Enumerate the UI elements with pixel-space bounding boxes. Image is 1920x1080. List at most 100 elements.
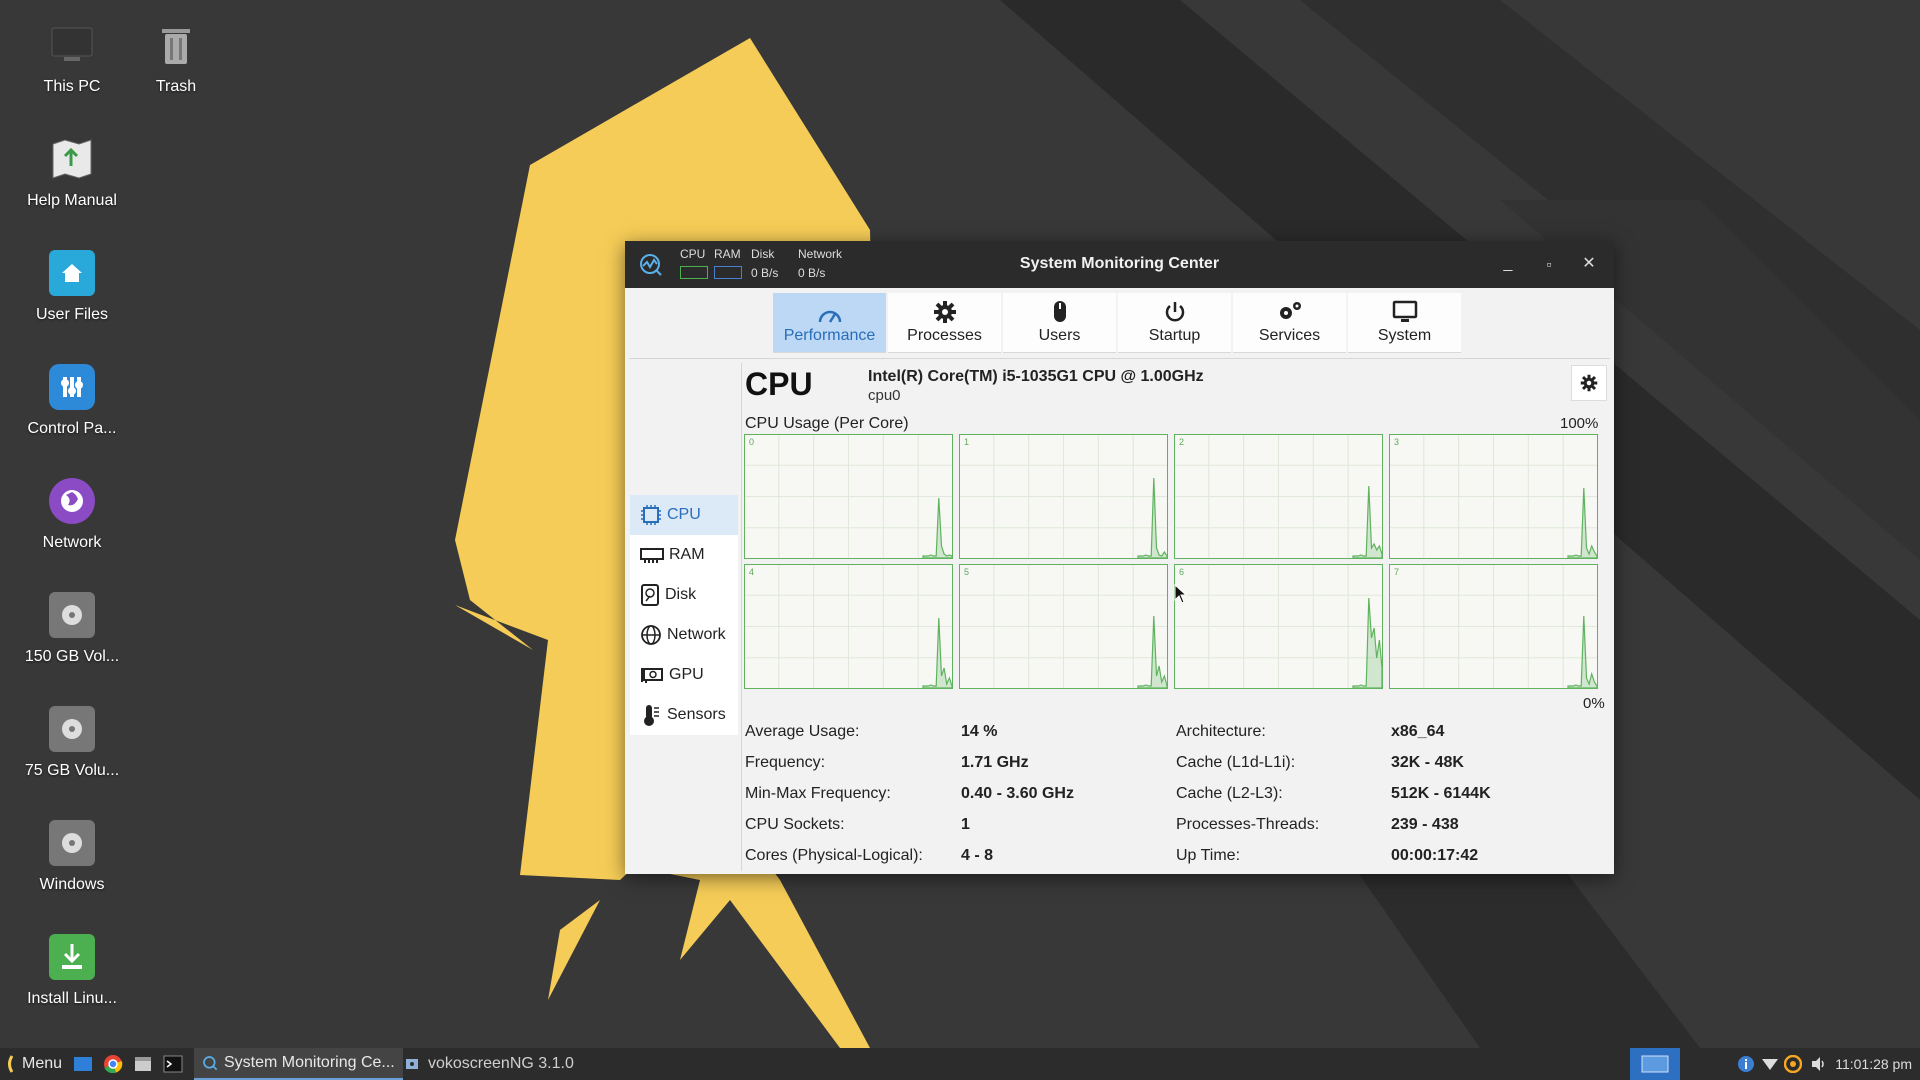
sidebar-item-network[interactable]: Network [630,615,738,655]
desktop-icon-network[interactable]: Network [7,478,137,552]
stat-label: Cores (Physical-Logical): [745,847,923,864]
vokoscreen-icon [406,1059,418,1069]
menu-button[interactable]: Menu [6,1048,62,1080]
desktop-icon-install-linux[interactable]: Install Linu... [7,934,137,1008]
graph-scale-max: 100% [1560,415,1599,432]
trash-icon [153,22,199,68]
ram-module-icon [640,548,664,563]
system-monitor-window: CPU RAM Disk Network 0 B/s 0 B/s System … [625,241,1614,874]
desktop-icon-label: Install Linu... [27,990,117,1007]
stat-label: Processes-Threads: [1176,816,1320,833]
wifi-icon [1762,1059,1778,1070]
tab-label: Services [1258,327,1321,344]
desktop-icon-help-manual[interactable]: Help Manual [7,136,137,210]
gear-icon [933,301,956,323]
stat-label: Cache (L1d-L1i): [1176,754,1296,771]
terminal-launcher[interactable] [163,1048,183,1080]
drive-icon [49,592,95,638]
info-tray-icon[interactable] [1737,1048,1755,1080]
mouse-icon [1053,301,1066,322]
home-folder-icon [49,250,95,296]
stat-value: 512K - 6144K [1391,785,1491,802]
tab-label: Processes [907,327,982,344]
core-label: 7 [1394,567,1400,577]
sidebar-item-ram[interactable]: RAM [630,535,738,575]
desktop-icon-label: Help Manual [27,192,117,209]
stat-value: 1 [961,816,970,833]
task-label: System Monitoring Ce... [224,1054,395,1071]
tab-services[interactable]: Services [1233,293,1346,353]
cpu-model-name: Intel(R) Core(TM) i5-1035G1 CPU @ 1.00GH… [868,368,1204,385]
stat-value: 14 % [961,723,998,740]
clock[interactable]: 11:01:28 pm [1835,1056,1912,1072]
drive-icon [49,706,95,752]
core-label: 4 [749,567,755,577]
core-label: 5 [964,567,970,577]
desktop-icon-drive-150[interactable]: 150 GB Vol... [7,592,137,666]
taskbar: Menu System Monitoring Ce... vokoscreenN… [0,1048,1920,1080]
task-system-monitor[interactable]: System Monitoring Ce... [194,1048,403,1080]
stat-value: 32K - 48K [1391,754,1464,771]
maximize-button[interactable]: ▫ [1536,251,1562,277]
window-titlebar[interactable]: CPU RAM Disk Network 0 B/s 0 B/s System … [625,241,1614,288]
minimize-button[interactable]: _ [1495,251,1521,277]
files-launcher[interactable] [133,1048,153,1080]
desktop-icon-label: Trash [155,78,197,95]
update-shield-icon [1784,1055,1802,1073]
map-icon [49,136,95,182]
cpu-device-id: cpu0 [868,387,901,404]
tab-startup[interactable]: Startup [1118,293,1231,353]
sidebar-item-gpu[interactable]: GPU [630,655,738,695]
desktop-icon-control-panel[interactable]: Control Pa... [7,364,137,438]
performance-sidebar: CPU RAM Disk Network GPU Sensors [630,495,738,735]
desktop-icon-drive-75[interactable]: 75 GB Volu... [7,706,137,780]
install-icon [49,934,95,980]
desktop-icon-windows[interactable]: Windows [7,820,137,894]
task-vokoscreen[interactable]: vokoscreenNG 3.1.0 [396,1048,582,1080]
workspace-icon [1641,1055,1669,1073]
gear-icon [1580,374,1598,392]
core-label: 3 [1394,437,1400,447]
graph-scale-min: 0% [1583,695,1605,712]
close-button[interactable]: ✕ [1576,251,1602,277]
tab-label: Users [1038,327,1081,344]
tab-system[interactable]: System [1348,293,1461,353]
computer-icon [49,22,95,68]
desktop-icon-user-files[interactable]: User Files [7,250,137,324]
volume-tray-icon[interactable] [1810,1048,1828,1080]
sidebar-item-disk[interactable]: Disk [630,575,738,615]
show-desktop-launcher[interactable] [73,1048,93,1080]
stat-value: 1.71 GHz [961,754,1029,771]
stat-label: Frequency: [745,754,826,771]
cpu-settings-button[interactable] [1571,365,1607,401]
core-label: 1 [964,437,970,447]
globe-icon [641,625,661,645]
page-title: CPU [745,366,813,402]
tab-processes[interactable]: Processes [888,293,1001,353]
disk-icon [641,584,659,606]
wifi-tray-icon[interactable] [1762,1048,1778,1080]
browser-launcher[interactable] [103,1048,123,1080]
update-tray-icon[interactable] [1784,1048,1802,1080]
files-icon [135,1057,151,1071]
desktop-icon-trash[interactable]: Trash [111,22,241,96]
graph-caption: CPU Usage (Per Core) [745,415,909,432]
stat-label: Cache (L2-L3): [1176,785,1283,802]
core-graph-7: 7 [1389,564,1598,689]
sidebar-item-cpu[interactable]: CPU [630,495,738,535]
workspace-switcher[interactable] [1630,1048,1680,1080]
speaker-icon [1812,1057,1824,1071]
power-icon [1165,302,1184,322]
desktop-icon-label: User Files [35,306,108,323]
sidebar-item-label: Disk [665,586,697,603]
stat-label: CPU Sockets: [745,816,845,833]
thermometer-icon [644,705,659,726]
window-title: System Monitoring Center [1019,255,1220,272]
desktop-icon-label: 75 GB Volu... [24,762,120,779]
stat-label: Average Usage: [745,723,860,740]
tab-performance[interactable]: Performance [773,293,886,353]
tab-divider [629,358,1610,359]
sidebar-item-sensors[interactable]: Sensors [630,695,738,735]
sidebar-item-label: Sensors [667,706,726,723]
tab-users[interactable]: Users [1003,293,1116,353]
